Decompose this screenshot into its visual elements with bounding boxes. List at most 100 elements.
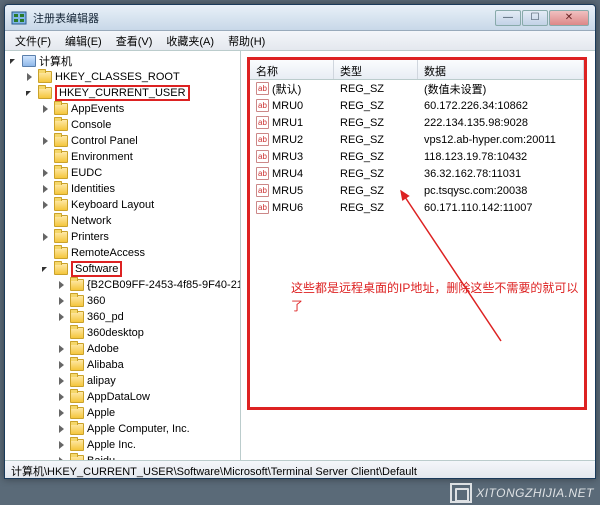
minimize-button[interactable]: —: [495, 10, 521, 26]
tree-item[interactable]: AppEvents: [5, 101, 240, 117]
expander-icon[interactable]: [57, 424, 68, 435]
menu-item[interactable]: 收藏夹(A): [160, 31, 220, 51]
expander-icon[interactable]: [41, 264, 52, 275]
expander-icon[interactable]: [57, 344, 68, 355]
expander-icon[interactable]: [57, 280, 68, 291]
tree-item[interactable]: RemoteAccess: [5, 245, 240, 261]
tree-item[interactable]: Control Panel: [5, 133, 240, 149]
tree-item[interactable]: EUDC: [5, 165, 240, 181]
menu-item[interactable]: 帮助(H): [222, 31, 271, 51]
expander-icon[interactable]: [25, 72, 36, 83]
expander-icon[interactable]: [57, 360, 68, 371]
expander-none: [41, 248, 52, 259]
tree-label: 360_pd: [87, 311, 124, 323]
expander-icon[interactable]: [41, 104, 52, 115]
value-name: MRU4: [272, 168, 303, 180]
tree-item[interactable]: Baidu: [5, 453, 240, 460]
string-value-icon: [256, 133, 269, 146]
tree-item[interactable]: Identities: [5, 181, 240, 197]
tree-item[interactable]: alipay: [5, 373, 240, 389]
col-name[interactable]: 名称: [250, 60, 334, 79]
expander-icon[interactable]: [57, 440, 68, 451]
tree-item[interactable]: Keyboard Layout: [5, 197, 240, 213]
menu-item[interactable]: 文件(F): [9, 31, 57, 51]
tree-item[interactable]: 计算机: [5, 53, 240, 69]
tree-item[interactable]: 360_pd: [5, 309, 240, 325]
list-body[interactable]: (默认)REG_SZ(数值未设置)MRU0REG_SZ60.172.226.34…: [250, 80, 584, 216]
tree-item[interactable]: Network: [5, 213, 240, 229]
expander-icon[interactable]: [57, 376, 68, 387]
value-row[interactable]: MRU3REG_SZ118.123.19.78:10432: [250, 148, 584, 165]
tree-item[interactable]: Apple Computer, Inc.: [5, 421, 240, 437]
value-row[interactable]: MRU4REG_SZ36.32.162.78:11031: [250, 165, 584, 182]
tree-label: Apple: [87, 407, 115, 419]
menu-item[interactable]: 编辑(E): [59, 31, 108, 51]
folder-icon: [38, 87, 52, 99]
tree-item[interactable]: Printers: [5, 229, 240, 245]
value-type: REG_SZ: [334, 83, 418, 95]
folder-icon: [70, 455, 84, 460]
expander-icon[interactable]: [41, 232, 52, 243]
tree-item[interactable]: 360: [5, 293, 240, 309]
expander-icon[interactable]: [41, 184, 52, 195]
string-value-icon: [256, 150, 269, 163]
value-row[interactable]: (默认)REG_SZ(数值未设置): [250, 80, 584, 97]
expander-none: [41, 120, 52, 131]
string-value-icon: [256, 82, 269, 95]
col-data[interactable]: 数据: [418, 60, 584, 79]
value-data: (数值未设置): [418, 81, 584, 97]
tree-item[interactable]: Apple Inc.: [5, 437, 240, 453]
expander-icon[interactable]: [57, 296, 68, 307]
tree-label: AppDataLow: [87, 391, 150, 403]
maximize-button[interactable]: ☐: [522, 10, 548, 26]
string-value-icon: [256, 167, 269, 180]
folder-icon: [70, 407, 84, 419]
tree-item[interactable]: Software: [5, 261, 240, 277]
value-row[interactable]: MRU6REG_SZ60.171.110.142:11007: [250, 199, 584, 216]
tree-label: RemoteAccess: [71, 247, 145, 259]
string-value-icon: [256, 116, 269, 129]
expander-icon[interactable]: [57, 408, 68, 419]
value-row[interactable]: MRU1REG_SZ222.134.135.98:9028: [250, 114, 584, 131]
expander-icon[interactable]: [57, 312, 68, 323]
tree-item[interactable]: Adobe: [5, 341, 240, 357]
expander-icon[interactable]: [57, 456, 68, 461]
tree-item[interactable]: Apple: [5, 405, 240, 421]
expander-icon[interactable]: [41, 200, 52, 211]
value-data: 60.172.226.34:10862: [418, 100, 584, 112]
tree-label: 计算机: [39, 53, 72, 69]
tree-item[interactable]: HKEY_CURRENT_USER: [5, 85, 240, 101]
tree-label: Printers: [71, 231, 109, 243]
tree-item[interactable]: Alibaba: [5, 357, 240, 373]
value-row[interactable]: MRU0REG_SZ60.172.226.34:10862: [250, 97, 584, 114]
regedit-window: 注册表编辑器 — ☐ ✕ 文件(F)编辑(E)查看(V)收藏夹(A)帮助(H) …: [4, 4, 596, 479]
value-type: REG_SZ: [334, 134, 418, 146]
value-row[interactable]: MRU2REG_SZvps12.ab-hyper.com:20011: [250, 131, 584, 148]
titlebar[interactable]: 注册表编辑器 — ☐ ✕: [5, 5, 595, 31]
list-header[interactable]: 名称 类型 数据: [250, 60, 584, 80]
value-type: REG_SZ: [334, 151, 418, 163]
expander-icon[interactable]: [57, 392, 68, 403]
col-type[interactable]: 类型: [334, 60, 418, 79]
close-button[interactable]: ✕: [549, 10, 589, 26]
watermark: XITONGZHIJIA.NET: [450, 483, 594, 503]
expander-icon[interactable]: [41, 136, 52, 147]
tree-item[interactable]: AppDataLow: [5, 389, 240, 405]
tree-item[interactable]: {B2CB09FF-2453-4f85-9F40-21C05E: [5, 277, 240, 293]
tree-item[interactable]: Console: [5, 117, 240, 133]
expander-icon[interactable]: [25, 88, 36, 99]
tree-label: Control Panel: [71, 135, 138, 147]
expander-none: [41, 216, 52, 227]
expander-icon[interactable]: [9, 56, 20, 67]
registry-tree[interactable]: 计算机HKEY_CLASSES_ROOTHKEY_CURRENT_USERApp…: [5, 51, 241, 460]
value-data: 222.134.135.98:9028: [418, 117, 584, 129]
menubar: 文件(F)编辑(E)查看(V)收藏夹(A)帮助(H): [5, 31, 595, 51]
menu-item[interactable]: 查看(V): [110, 31, 159, 51]
tree-item[interactable]: 360desktop: [5, 325, 240, 341]
folder-icon: [70, 279, 84, 291]
watermark-logo-icon: [450, 483, 472, 503]
tree-item[interactable]: HKEY_CLASSES_ROOT: [5, 69, 240, 85]
value-row[interactable]: MRU5REG_SZpc.tsqysc.com:20038: [250, 182, 584, 199]
tree-item[interactable]: Environment: [5, 149, 240, 165]
expander-icon[interactable]: [41, 168, 52, 179]
